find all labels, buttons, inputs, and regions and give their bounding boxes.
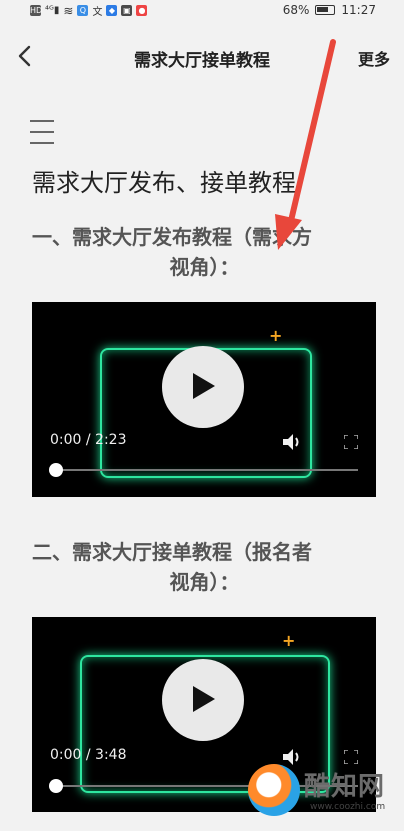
- video-player-1[interactable]: + 0:00 / 2:23: [32, 302, 376, 497]
- play-button[interactable]: [162, 659, 244, 741]
- video-time: 0:00 / 2:23: [50, 432, 127, 448]
- watermark-name: 酷知网: [304, 772, 386, 802]
- section-heading-1-line1: 一、需求大厅发布教程（需求方: [32, 225, 312, 249]
- play-icon: [193, 686, 215, 712]
- hd-icon: HD: [30, 5, 43, 16]
- section-heading-2-line1: 二、需求大厅接单教程（报名者: [32, 540, 312, 564]
- video-time: 0:00 / 3:48: [50, 747, 127, 763]
- fullscreen-icon[interactable]: [344, 435, 358, 449]
- status-icons-right: 68% 11:27: [283, 3, 376, 17]
- article-title: 需求大厅发布、接单教程: [32, 169, 296, 197]
- play-button[interactable]: [162, 346, 244, 428]
- video-progress-knob[interactable]: [49, 779, 63, 793]
- watermark: 酷知网 www.coozhi.com: [248, 762, 404, 831]
- table-of-contents-icon[interactable]: [30, 120, 54, 146]
- watermark-url: www.coozhi.com: [310, 802, 386, 812]
- battery-percent: 68%: [282, 3, 310, 17]
- app-icon-gallery: ▣: [121, 5, 133, 16]
- clock: 11:27: [341, 3, 376, 17]
- section-heading-1: 一、需求大厅发布教程（需求方 视角）：: [32, 222, 377, 282]
- video-progress-knob[interactable]: [49, 463, 63, 477]
- sparkle-icon: +: [269, 326, 283, 345]
- section-heading-1-line2: 视角）：: [169, 255, 240, 279]
- sparkle-icon: +: [282, 631, 296, 650]
- page-title: 需求大厅接单教程: [134, 51, 270, 71]
- status-icons-left: HD ⁴ᴳ▮ ≋ Q 文 ◆ ▣ ●: [30, 3, 148, 18]
- battery-icon: [315, 5, 336, 15]
- signal-icon: ⁴ᴳ▮: [45, 5, 60, 16]
- status-bar: HD ⁴ᴳ▮ ≋ Q 文 ◆ ▣ ● 68% 11:27: [0, 0, 404, 22]
- section-heading-2-line2: 视角）：: [169, 570, 240, 594]
- app-icon-q: Q: [77, 5, 89, 16]
- play-icon: [193, 373, 215, 399]
- app-icon-shield: ◆: [106, 5, 118, 16]
- video-progress-bar[interactable]: [56, 469, 358, 471]
- wifi-icon: ≋: [63, 3, 74, 18]
- nav-bar: 需求大厅接单教程 更多: [0, 30, 404, 84]
- app-icon-red: ●: [136, 5, 148, 16]
- section-heading-2: 二、需求大厅接单教程（报名者 视角）：: [32, 537, 377, 597]
- volume-icon[interactable]: [282, 433, 302, 451]
- watermark-logo-icon: [248, 764, 300, 816]
- app-icon-text: 文: [92, 7, 103, 18]
- more-button[interactable]: 更多: [358, 46, 390, 70]
